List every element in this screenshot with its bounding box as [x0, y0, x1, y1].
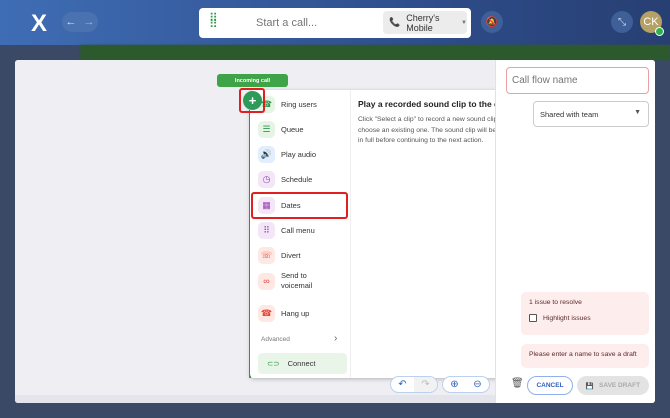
save-icon: 💾	[585, 382, 595, 390]
chevron-down-icon: ▼	[461, 19, 467, 26]
settings-panel: Shared with team ▼ 1 issue to resolve Hig…	[495, 60, 655, 403]
action-item-ring-users[interactable]: ☎ Ring users	[258, 96, 317, 113]
action-label: Divert	[281, 251, 301, 260]
queue-icon: ☰	[258, 121, 275, 138]
call-flow-name-input[interactable]	[506, 67, 649, 94]
collapse-icon[interactable]: ⤡	[611, 11, 633, 33]
status-indicator	[655, 27, 664, 36]
background-bar	[80, 45, 670, 60]
dialpad-icon: ⠿	[258, 222, 275, 239]
action-item-divert[interactable]: ☏ Divert	[258, 247, 301, 264]
call-bar: ⠿⠿ 📞 Cherry's Mobile ▼	[199, 8, 471, 38]
connect-button[interactable]: ⊂⊃ Connect	[258, 353, 347, 374]
action-item-call-menu[interactable]: ⠿ Call menu	[258, 222, 315, 239]
line-label: Cherry's Mobile	[406, 12, 440, 33]
issues-box: 1 issue to resolve Highlight issues	[521, 292, 649, 335]
zoom-in-icon[interactable]: ⊕	[443, 377, 466, 392]
action-label: Hang up	[281, 309, 310, 318]
line-selector[interactable]: 📞 Cherry's Mobile ▼	[383, 11, 467, 34]
undo-icon[interactable]: ↶	[391, 377, 414, 392]
back-button[interactable]: ←	[66, 16, 77, 28]
speaker-icon: 🔊	[258, 146, 275, 163]
chevron-right-icon[interactable]: ›	[334, 333, 337, 344]
dialpad-icon[interactable]: ⠿ ⠿	[209, 12, 221, 30]
action-item-queue[interactable]: ☰ Queue	[258, 121, 304, 138]
sharing-value: Shared with team	[540, 110, 599, 119]
highlight-add	[239, 88, 265, 113]
calendar-icon: ▦	[258, 197, 275, 214]
voicemail-icon: ∞	[258, 272, 275, 290]
action-item-play-audio[interactable]: 🔊 Play audio	[258, 146, 316, 163]
name-warning: Please enter a name to save a draft	[521, 344, 649, 368]
action-item-hang-up[interactable]: ☎ Hang up	[258, 305, 309, 322]
action-label: Ring users	[281, 100, 317, 109]
zoom-out-icon[interactable]: ⊖	[466, 377, 489, 392]
issue-count: 1 issue to resolve	[529, 299, 582, 306]
save-label: SAVE DRAFT	[599, 382, 641, 389]
action-item-schedule[interactable]: ◷ Schedule	[258, 171, 312, 188]
flow-canvas[interactable]: Incoming call Advanced › ⊂⊃ Connect ☎ Rin…	[15, 60, 528, 403]
action-list: Advanced › ⊂⊃ Connect ☎ Ring users ☰ Queue 🔊…	[250, 90, 351, 378]
action-item-dates[interactable]: ▦ Dates	[258, 197, 301, 214]
forward-button[interactable]: →	[84, 16, 95, 28]
cancel-button[interactable]: CANCEL	[527, 376, 573, 395]
divert-icon: ☏	[258, 247, 275, 264]
save-draft-button[interactable]: 💾 SAVE DRAFT	[577, 376, 649, 395]
incoming-call-node[interactable]: Incoming call	[217, 74, 288, 87]
delete-icon[interactable]: 🗑	[511, 378, 524, 389]
action-item-send-to-voicemail[interactable]: ∞ Send to voicemail	[258, 271, 336, 291]
advanced-label[interactable]: Advanced	[261, 336, 290, 343]
connect-label: Connect	[287, 359, 316, 368]
history-nav: ← →	[62, 12, 98, 32]
highlight-issues-label[interactable]: Highlight issues	[543, 315, 591, 322]
top-header: X ← → ⠿⠿ 📞 Cherry's Mobile ▼ 🔕 ⤡ CK	[0, 0, 670, 45]
action-label: Queue	[281, 125, 304, 134]
action-label: Dates	[281, 201, 301, 210]
phone-icon: 📞	[389, 17, 401, 27]
chevron-down-icon: ▼	[634, 109, 641, 116]
action-label: Call menu	[281, 226, 315, 235]
app-logo[interactable]: X	[31, 10, 47, 38]
call-flow-editor: Incoming call Advanced › ⊂⊃ Connect ☎ Rin…	[15, 60, 655, 403]
start-call-input[interactable]	[256, 17, 376, 29]
highlight-issues-checkbox[interactable]	[529, 314, 537, 322]
link-icon: ⊂⊃	[267, 359, 280, 368]
action-label: Play audio	[281, 150, 317, 159]
hang-up-icon: ☎	[258, 305, 275, 322]
action-label: Schedule	[281, 175, 313, 184]
canvas-toolbar: ↶ ↷ ⊕ ⊖	[390, 376, 490, 393]
canvas-bottom	[15, 395, 495, 403]
redo-icon[interactable]: ↷	[414, 377, 437, 392]
notifications-muted-icon[interactable]: 🔕	[481, 11, 503, 33]
sharing-select[interactable]: Shared with team ▼	[533, 101, 649, 127]
action-label: Send to voicemail	[281, 271, 313, 290]
clock-icon: ◷	[258, 171, 275, 188]
action-menu: Advanced › ⊂⊃ Connect ☎ Ring users ☰ Queue 🔊…	[250, 90, 528, 378]
